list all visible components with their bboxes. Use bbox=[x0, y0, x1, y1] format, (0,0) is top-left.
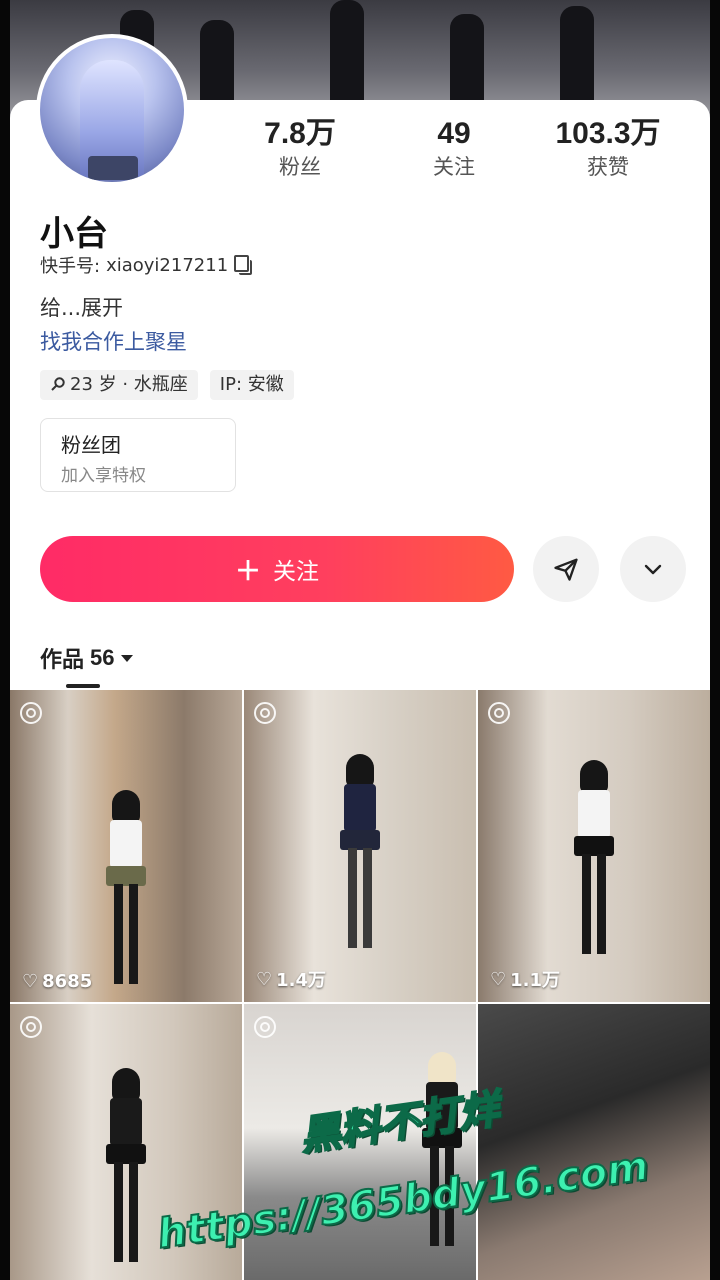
stat-value: 103.3万 bbox=[555, 117, 661, 150]
like-count: ♡ 8685 bbox=[22, 971, 92, 992]
avatar[interactable] bbox=[36, 34, 188, 186]
heart-icon: ♡ bbox=[22, 971, 39, 992]
banner-figure bbox=[330, 0, 364, 110]
like-count-text: 8685 bbox=[42, 971, 93, 992]
search-icon bbox=[51, 377, 65, 391]
fan-club-card[interactable]: 粉丝团 加入享特权 bbox=[40, 418, 236, 492]
profile-screen: 7.8万 粉丝 49 关注 103.3万 获赞 小台 快手号: xiaoyi21… bbox=[0, 0, 720, 1280]
more-button[interactable] bbox=[620, 536, 686, 602]
heart-icon: ♡ bbox=[490, 968, 507, 990]
caret-down-icon bbox=[120, 654, 133, 662]
live-photo-icon bbox=[20, 1016, 42, 1038]
post-tile[interactable]: ♡ 1.1万 bbox=[478, 690, 710, 1002]
copy-icon[interactable] bbox=[234, 254, 253, 275]
follow-label: 关注 bbox=[273, 558, 319, 584]
post-thumbnail bbox=[478, 1004, 710, 1280]
stat-likes[interactable]: 103.3万 获赞 bbox=[533, 116, 683, 182]
chevron-down-icon bbox=[644, 564, 662, 575]
ip-tag: IP: 安徽 bbox=[209, 370, 294, 400]
stat-fans[interactable]: 7.8万 粉丝 bbox=[225, 116, 375, 182]
post-tile[interactable]: ♡ 1.4万 bbox=[244, 690, 476, 1002]
banner-figure bbox=[560, 6, 594, 110]
heart-icon: ♡ bbox=[256, 968, 273, 990]
stat-value: 7.8万 bbox=[264, 117, 336, 150]
user-id-row[interactable]: 快手号: xiaoyi217211 bbox=[40, 252, 253, 278]
share-button[interactable] bbox=[533, 536, 599, 602]
avatar-figure-skirt bbox=[88, 156, 138, 180]
bio-text[interactable]: 给...展开 bbox=[40, 292, 123, 322]
fan-club-subtitle: 加入享特权 bbox=[61, 466, 146, 486]
post-figure bbox=[340, 754, 380, 954]
user-id: xiaoyi217211 bbox=[106, 254, 229, 276]
banner-figure bbox=[200, 20, 234, 110]
post-figure bbox=[574, 760, 614, 960]
cooperation-link[interactable]: 找我合作上聚星 bbox=[40, 326, 187, 356]
left-edge bbox=[0, 0, 10, 1280]
stat-label: 获赞 bbox=[587, 155, 629, 179]
tab-indicator bbox=[66, 684, 100, 688]
send-icon bbox=[554, 558, 578, 581]
tab-count: 56 bbox=[90, 645, 115, 670]
plus-icon: ＋ bbox=[234, 555, 261, 586]
profile-card bbox=[10, 100, 710, 700]
profile-tags: 23 岁 · 水瓶座 IP: 安徽 bbox=[40, 370, 294, 400]
live-photo-icon bbox=[488, 702, 510, 724]
works-tabbar: 作品 56 bbox=[10, 630, 710, 690]
fan-club-title: 粉丝团 bbox=[61, 433, 121, 457]
stat-following[interactable]: 49 关注 bbox=[379, 116, 529, 182]
tab-works[interactable]: 作品 56 bbox=[40, 642, 133, 674]
stat-value: 49 bbox=[437, 117, 471, 150]
live-photo-icon bbox=[20, 702, 42, 724]
like-count-text: 1.1万 bbox=[510, 970, 561, 991]
user-id-label: 快手号: bbox=[40, 256, 101, 277]
banner-figure bbox=[450, 14, 484, 110]
age-tag-text: 23 岁 · 水瓶座 bbox=[70, 374, 188, 395]
follow-button[interactable]: ＋ 关注 bbox=[40, 536, 514, 602]
live-photo-icon bbox=[254, 702, 276, 724]
post-tile[interactable]: ♡ 8685 bbox=[10, 690, 242, 1002]
profile-name: 小台 bbox=[40, 214, 108, 254]
stat-label: 粉丝 bbox=[279, 155, 321, 179]
post-figure bbox=[106, 790, 146, 990]
like-count: ♡ 1.1万 bbox=[490, 966, 560, 992]
tab-label: 作品 bbox=[40, 648, 85, 673]
right-edge bbox=[710, 0, 720, 1280]
post-figure bbox=[106, 1068, 146, 1268]
like-count-text: 1.4万 bbox=[276, 970, 327, 991]
post-tile[interactable] bbox=[478, 1004, 710, 1280]
live-photo-icon bbox=[254, 1016, 276, 1038]
stat-label: 关注 bbox=[433, 155, 475, 179]
like-count: ♡ 1.4万 bbox=[256, 966, 326, 992]
age-tag: 23 岁 · 水瓶座 bbox=[40, 370, 198, 400]
